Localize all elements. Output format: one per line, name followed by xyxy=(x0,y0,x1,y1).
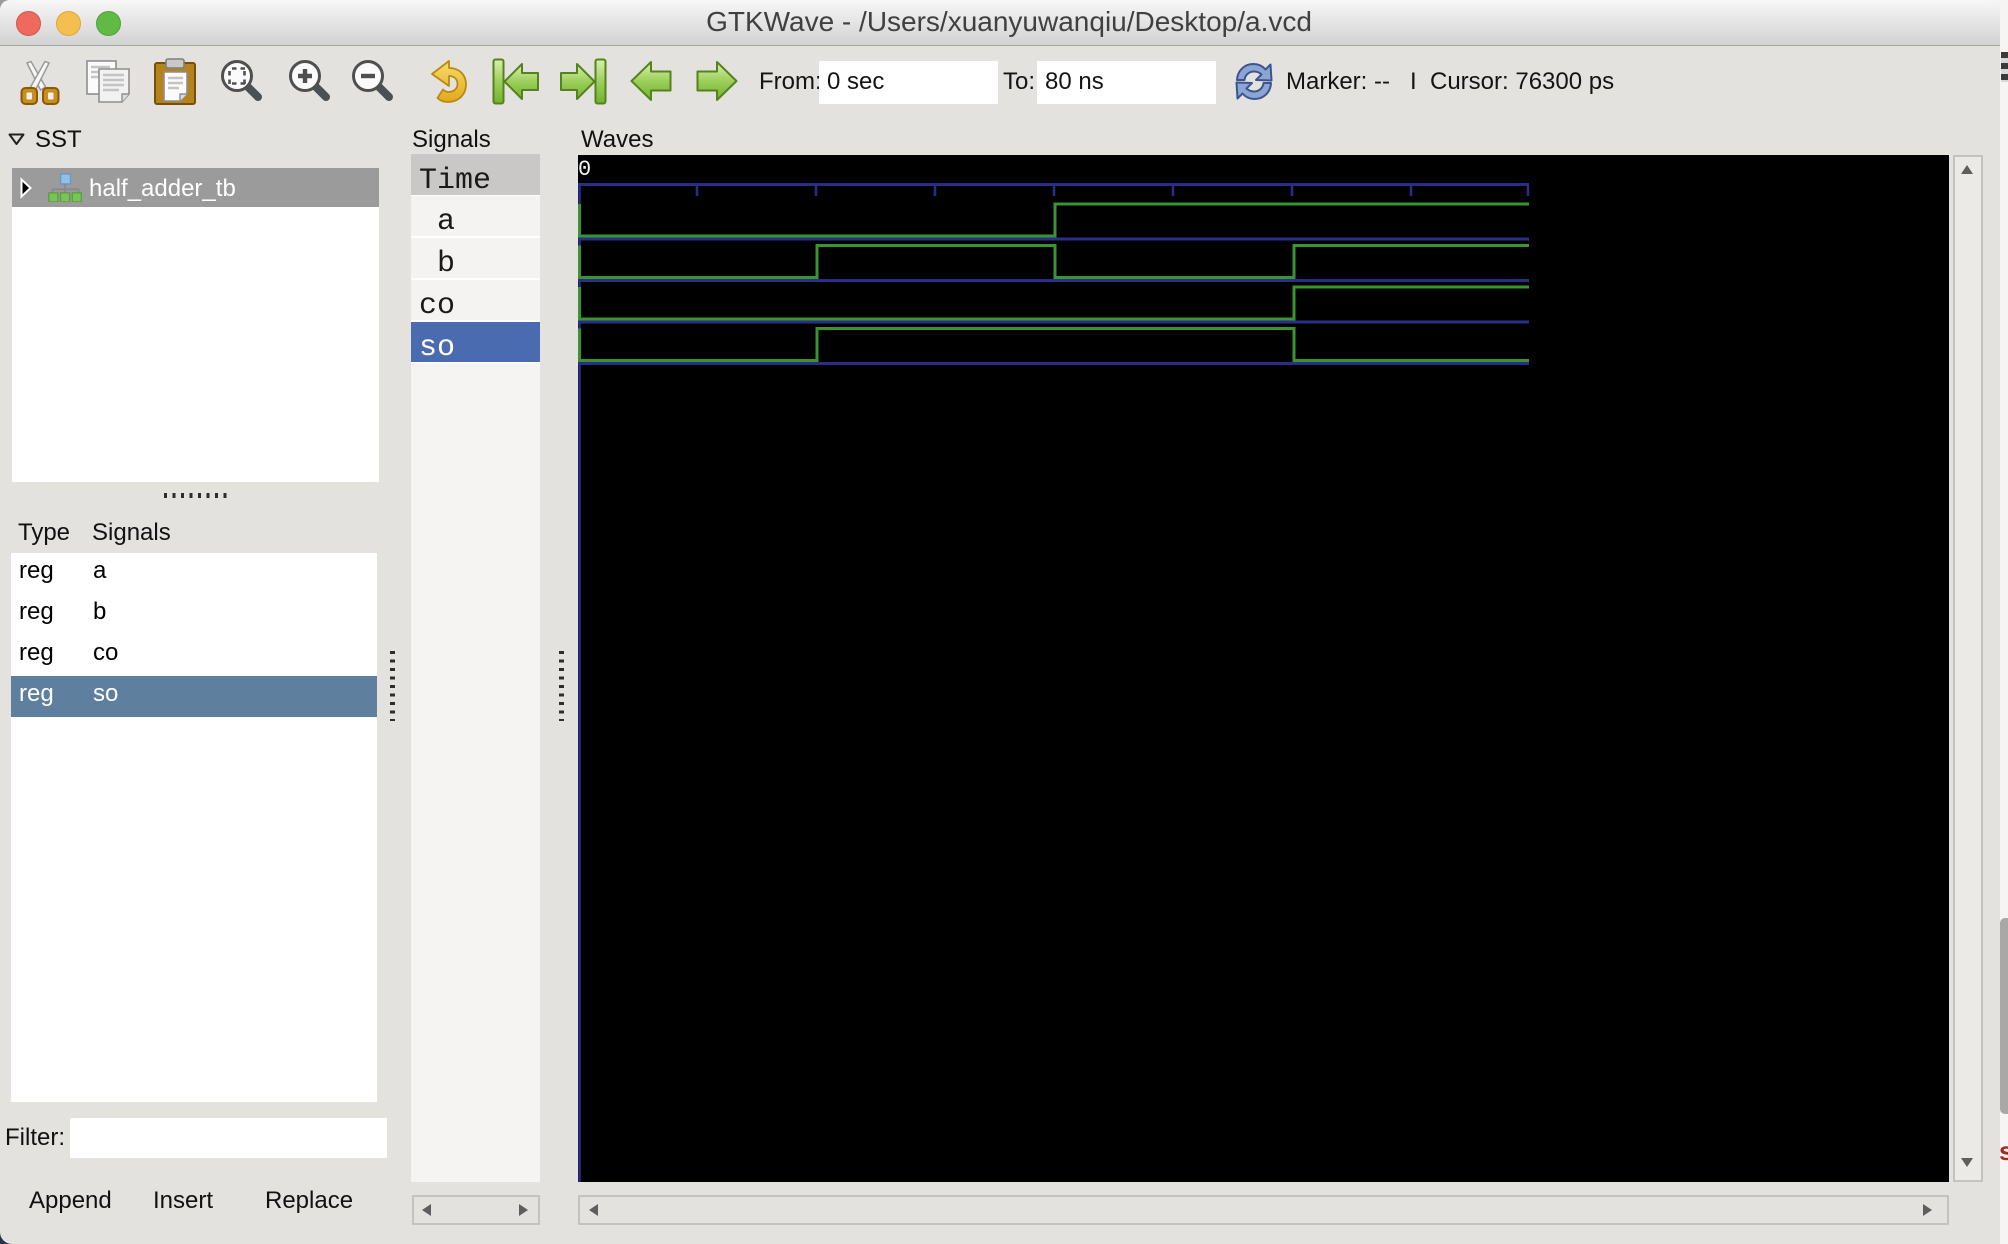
svg-text:0: 0 xyxy=(578,157,591,182)
